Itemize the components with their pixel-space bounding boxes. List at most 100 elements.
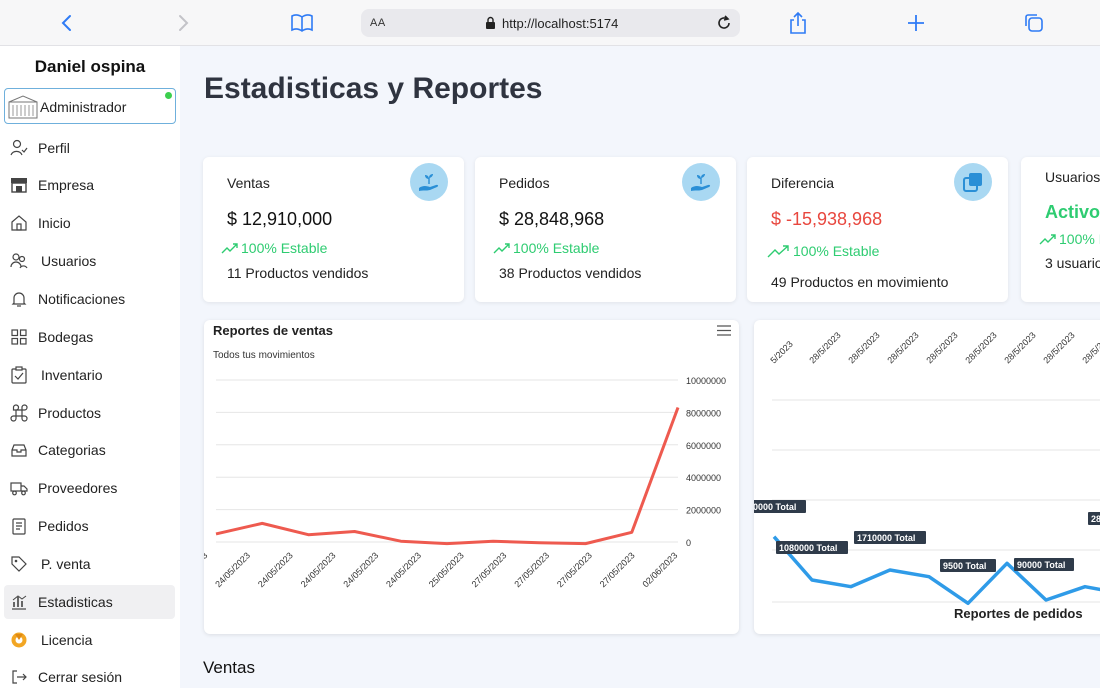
trend-up-icon	[221, 243, 238, 254]
card-footer: 38 Productos vendidos	[499, 265, 642, 281]
card-status-text: 100% Estable	[793, 243, 880, 259]
sidebar-item-inicio[interactable]: Inicio	[4, 206, 175, 240]
sidebar-item-licencia[interactable]: Licencia	[4, 623, 175, 657]
x-tick-label: 02/06/2023	[640, 550, 679, 589]
card-value: $ -15,938,968	[771, 209, 883, 229]
lock-icon	[486, 16, 495, 29]
sidebar-item-productos[interactable]: Productos	[4, 396, 175, 430]
y-tick-label: 0	[686, 538, 691, 548]
sidebar-item-categorias[interactable]: Categorias	[4, 433, 175, 467]
logout-icon	[12, 670, 27, 684]
sidebar-item-bodegas[interactable]: Bodegas	[4, 320, 175, 354]
tabs-button[interactable]	[1021, 10, 1047, 36]
x-tick-label: 24/05/2023	[213, 550, 252, 589]
sidebar-item-estadisticas[interactable]: Estadisticas	[4, 585, 175, 619]
sidebar-item-label: Inventario	[41, 367, 103, 383]
x-tick-label: 28/5/2023	[807, 330, 842, 365]
data-label: 9500 Total	[943, 561, 986, 571]
sales-report-panel: Reportes de ventas Todos tus movimientos…	[204, 320, 739, 634]
url-text: http://localhost:5174	[502, 16, 619, 31]
sidebar-item-label: Inicio	[38, 215, 71, 231]
x-tick-label: 28/5/2023	[1002, 330, 1037, 365]
card-footer: 11 Productos vendidos	[227, 265, 369, 281]
data-label: 90000 Total	[1017, 560, 1065, 570]
x-tick-label: 27/05/2023	[512, 550, 551, 589]
data-label: 1080000 Total	[779, 543, 837, 553]
x-tick-label: 27/05/2023	[555, 550, 594, 589]
sidebar-item-label: Empresa	[38, 177, 95, 193]
text-size-button[interactable]: AA	[370, 17, 386, 29]
hand-plant-icon	[410, 163, 448, 201]
sidebar-item-notificaciones[interactable]: Notificaciones	[4, 282, 175, 316]
chevron-left-icon	[61, 15, 71, 31]
chevron-right-icon	[179, 15, 189, 31]
data-label: 28	[1091, 514, 1100, 524]
sidebar-item-label: Pedidos	[38, 518, 89, 534]
hand-plant-icon	[682, 163, 720, 201]
card-status-text: 100% Estable	[241, 240, 328, 256]
command-icon	[10, 404, 28, 422]
copy-squares-icon	[954, 163, 992, 201]
share-button[interactable]	[785, 10, 811, 36]
x-tick-label: 27/05/2023	[470, 550, 509, 589]
role-selector[interactable]: Administrador	[4, 88, 176, 124]
card-value: $ 28,848,968	[499, 209, 605, 229]
x-tick-label: 5/2023	[768, 339, 795, 366]
x-tick-label: 28/5/2023	[885, 330, 920, 365]
stat-card-pedidos: Pedidos $ 28,848,968 100% Estable 38 Pro…	[475, 157, 736, 302]
sidebar-item-label: Perfil	[38, 140, 70, 156]
x-tick-label: 24/05/2023	[256, 550, 295, 589]
truck-icon	[10, 482, 28, 496]
grid-icon	[11, 329, 27, 345]
sidebar-item-empresa[interactable]: Empresa	[4, 168, 175, 202]
x-tick-label: 24/05/2023	[384, 550, 423, 589]
share-icon	[790, 11, 806, 34]
document-icon	[12, 518, 26, 535]
sales-line-chart: 0 2000000 4000000 6000000 8000000 10000000 023…	[204, 376, 726, 589]
x-tick-label: 28/5/2023	[963, 330, 998, 365]
x-tick-label: 24/05/2023	[341, 550, 380, 589]
x-tick-label: 28/5/2023	[846, 330, 881, 365]
back-button[interactable]	[54, 10, 80, 36]
data-label: 1710000 Total	[857, 533, 915, 543]
book-icon	[291, 14, 313, 32]
clipboard-check-icon	[11, 366, 27, 384]
address-bar[interactable]: AA http://localhost:5174	[361, 9, 740, 37]
card-title: Usuarios	[1045, 169, 1100, 185]
stat-card-usuarios: Usuarios Activos 100% E 3 usuario	[1021, 157, 1100, 302]
card-title: Pedidos	[499, 175, 550, 191]
card-status: 100% Estable	[493, 240, 599, 256]
forward-button[interactable]	[170, 10, 196, 36]
sidebar-item-label: Usuarios	[41, 253, 97, 269]
sidebar-item-perfil[interactable]: Perfil	[4, 131, 175, 165]
y-tick-label: 4000000	[686, 473, 721, 483]
sidebar-item-label: Notificaciones	[38, 291, 126, 307]
users-icon	[10, 253, 28, 269]
sidebar-item-cerrar-sesion[interactable]: Cerrar sesión	[4, 660, 175, 688]
chart-title: Reportes de pedidos	[954, 606, 1083, 621]
sidebar-item-label: Bodegas	[38, 329, 94, 345]
archive-icon	[11, 444, 27, 457]
sidebar-item-proveedores[interactable]: Proveedores	[4, 471, 175, 505]
card-title: Diferencia	[771, 175, 835, 191]
trend-up-icon	[493, 243, 510, 254]
sidebar-item-label: P. venta	[41, 556, 91, 572]
trend-up-icon	[1039, 234, 1056, 245]
bar-chart-icon	[12, 595, 27, 610]
new-tab-button[interactable]	[903, 10, 929, 36]
user-name: Daniel ospina	[34, 57, 146, 76]
x-tick-label: 24/05/2023	[299, 550, 338, 589]
card-title: Ventas	[227, 175, 270, 191]
card-footer: 3 usuario	[1045, 255, 1100, 271]
sidebar-item-label: Estadisticas	[38, 594, 113, 610]
x-tick-label: 28/5/2023	[1041, 330, 1076, 365]
sidebar-item-label: Productos	[38, 405, 102, 421]
sidebar-item-label: Proveedores	[38, 480, 118, 496]
card-status-text: 100% E	[1059, 231, 1100, 247]
sidebar-item-inventario[interactable]: Inventario	[4, 358, 175, 392]
reload-icon[interactable]	[714, 13, 734, 33]
sidebar-item-pedidos[interactable]: Pedidos	[4, 509, 175, 543]
sidebar-item-usuarios[interactable]: Usuarios	[4, 244, 175, 278]
sidebar-item-p-venta[interactable]: P. venta	[4, 547, 175, 581]
reader-button[interactable]	[289, 10, 315, 36]
